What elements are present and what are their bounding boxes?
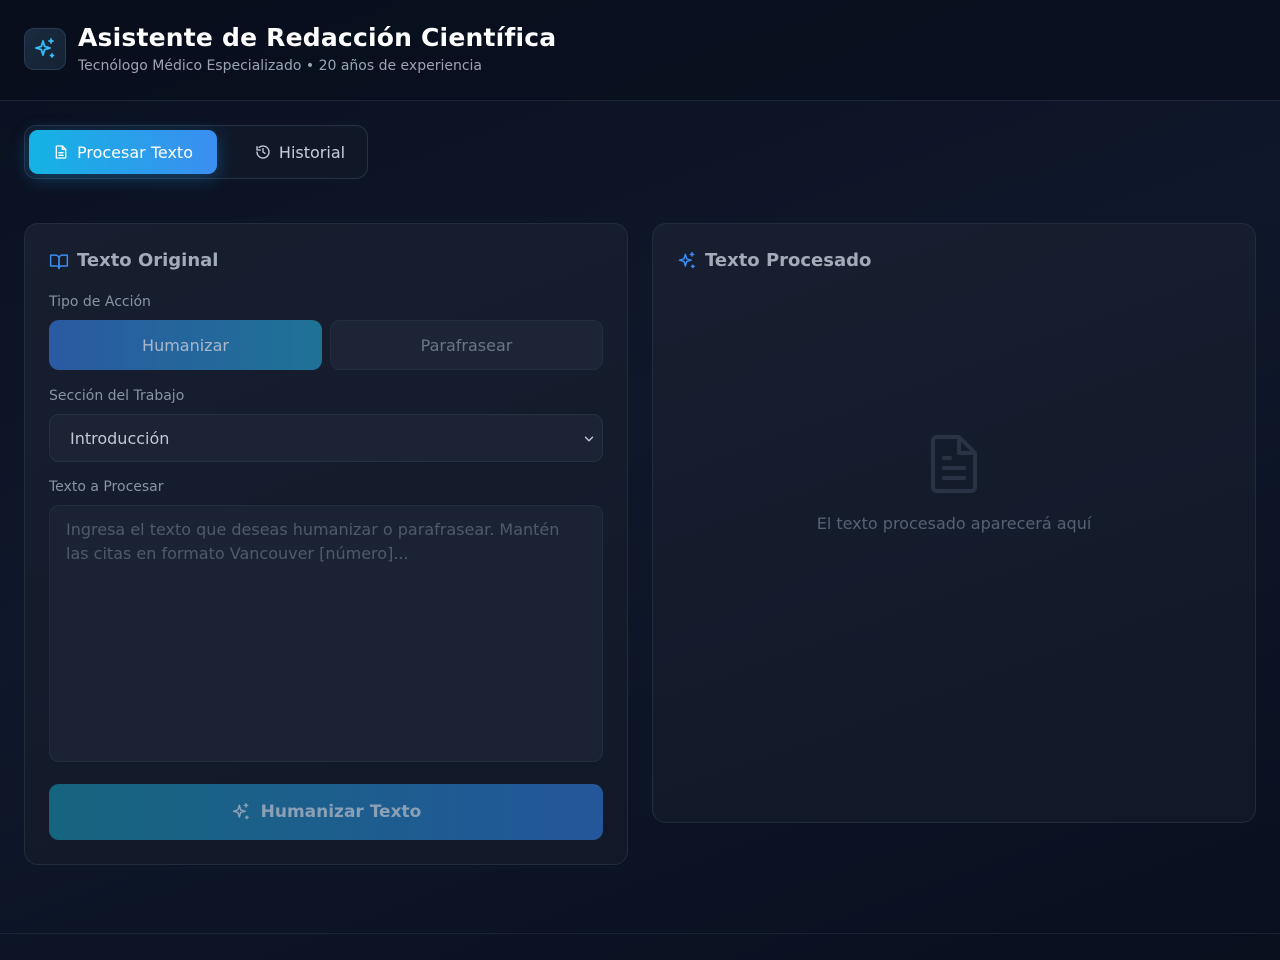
panel-title-text: Texto Procesado	[705, 250, 872, 271]
sparkles-icon	[678, 251, 695, 268]
app-title: Asistente de Redacción Científica	[78, 23, 557, 52]
history-icon	[256, 145, 270, 159]
footer-divider	[0, 933, 1280, 934]
app-header: Asistente de Redacción Científica Tecnól…	[0, 0, 1280, 101]
empty-state-message: El texto procesado aparecerá aquí	[816, 514, 1092, 533]
panel-title: Texto Procesado	[677, 250, 871, 271]
section-select-value: Introducción	[70, 428, 170, 448]
book-open-icon	[49, 253, 69, 269]
panel-title-text: Texto Original	[77, 250, 219, 271]
action-type-label: Tipo de Acción	[49, 294, 151, 310]
submit-label: Humanizar Texto	[260, 802, 422, 822]
processed-text-panel: Texto Procesado El texto procesado apare…	[652, 223, 1256, 823]
original-text-panel: Texto Original Tipo de Acción Humanizar …	[24, 223, 628, 865]
tab-label: Procesar Texto	[77, 142, 193, 162]
humanize-submit-button[interactable]: Humanizar Texto	[49, 784, 603, 840]
tab-procesar-texto[interactable]: Procesar Texto	[29, 130, 217, 174]
humanizar-button[interactable]: Humanizar	[49, 320, 322, 370]
parafrasear-button[interactable]: Parafrasear	[330, 320, 603, 370]
app-logo	[24, 28, 66, 70]
sparkles-icon	[35, 38, 55, 58]
main-tabs: Procesar Texto Historial	[24, 125, 368, 179]
section-label: Sección del Trabajo	[49, 388, 185, 404]
document-icon	[55, 145, 67, 159]
tab-historial[interactable]: Historial	[241, 130, 359, 174]
sparkles-icon	[232, 802, 249, 820]
chevron-down-icon	[584, 436, 594, 442]
section-select[interactable]: Introducción	[49, 414, 603, 462]
file-text-icon	[931, 435, 977, 493]
app-subtitle: Tecnólogo Médico Especializado • 20 años…	[78, 58, 483, 74]
text-input-label: Texto a Procesar	[49, 479, 164, 495]
panel-title: Texto Original	[49, 250, 218, 271]
text-input[interactable]: Ingresa el texto que deseas humanizar o …	[49, 505, 603, 762]
tab-label: Historial	[278, 142, 346, 162]
